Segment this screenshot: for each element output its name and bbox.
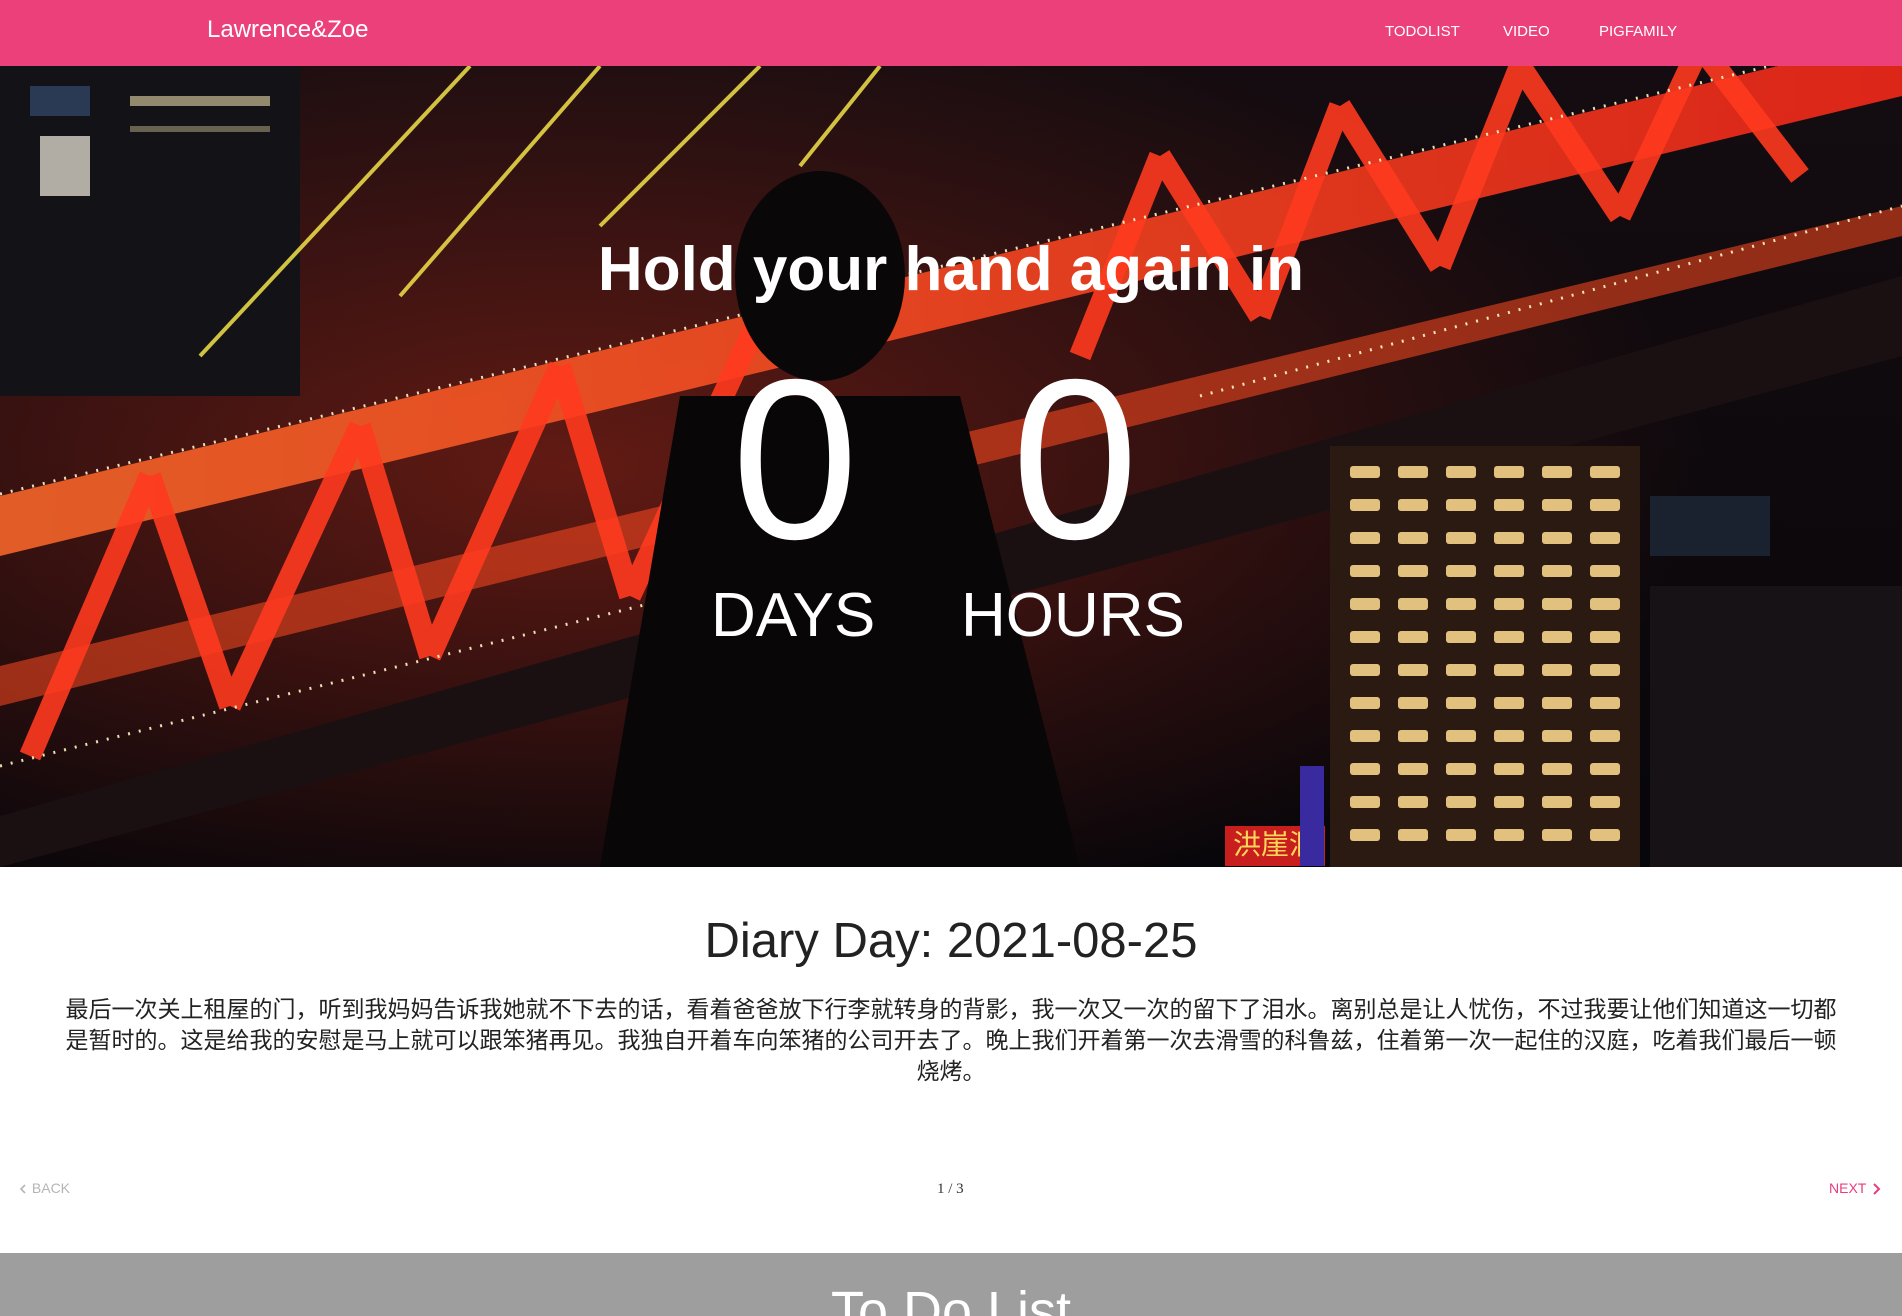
building-window <box>1494 664 1524 676</box>
building-window <box>1494 829 1524 841</box>
building-window <box>1590 499 1620 511</box>
building-window <box>1350 499 1380 511</box>
nav-link-todolist[interactable]: TODOLIST <box>1385 23 1460 40</box>
building-window <box>1350 466 1380 478</box>
building-window <box>1398 796 1428 808</box>
building-window <box>1398 829 1428 841</box>
building-window <box>1542 664 1572 676</box>
building-window <box>1350 697 1380 709</box>
building-window <box>1350 631 1380 643</box>
navbar: Lawrence&Zoe TODOLIST VIDEO PIGFAMILY <box>0 0 1902 66</box>
building-window <box>1446 598 1476 610</box>
building-window <box>1350 763 1380 775</box>
countdown-hours-value: 0 <box>1011 333 1139 587</box>
building-window <box>1398 664 1428 676</box>
building-window <box>1494 796 1524 808</box>
pager-back-button[interactable]: BACK <box>18 1180 70 1196</box>
building-window <box>1350 565 1380 577</box>
building-window <box>1350 532 1380 544</box>
building-window <box>1446 697 1476 709</box>
pager-next-label: NEXT <box>1829 1180 1867 1196</box>
countdown-days-label: DAYS <box>711 581 876 650</box>
building-window <box>1398 697 1428 709</box>
hero-banner: 洪崖洞 Hold your hand again in 0 0 DAYS HOU… <box>0 66 1902 867</box>
building-window <box>1542 499 1572 511</box>
todo-section: To Do List <box>0 1253 1902 1316</box>
building-window <box>1350 796 1380 808</box>
diary-title: Diary Day: 2021-08-25 <box>704 914 1198 968</box>
building-window <box>1590 730 1620 742</box>
chevron-right-icon <box>1873 1183 1881 1196</box>
building-window <box>1542 466 1572 478</box>
building-window <box>1398 598 1428 610</box>
building-window <box>1494 598 1524 610</box>
diary-text: 最后一次关上租屋的门，听到我妈妈告诉我她就不下去的话，看着爸爸放下行李就转身的背… <box>65 997 1837 1085</box>
building-window <box>1446 499 1476 511</box>
building-window <box>1494 565 1524 577</box>
building-window <box>1590 598 1620 610</box>
building-window <box>1542 697 1572 709</box>
building-window <box>1590 565 1620 577</box>
building-window <box>1350 829 1380 841</box>
countdown-hours-label: HOURS <box>961 581 1185 650</box>
building-window <box>1542 532 1572 544</box>
building-window <box>1494 466 1524 478</box>
building-window <box>1542 829 1572 841</box>
building-window <box>1590 796 1620 808</box>
building-window <box>1398 466 1428 478</box>
building-window <box>1542 730 1572 742</box>
chevron-left-icon <box>19 1184 26 1194</box>
building-window <box>1590 697 1620 709</box>
building-window <box>1494 763 1524 775</box>
building-window <box>1446 763 1476 775</box>
building-window <box>1590 829 1620 841</box>
building-window <box>1542 796 1572 808</box>
building-window <box>1542 631 1572 643</box>
building-window <box>1446 466 1476 478</box>
brand-logo[interactable]: Lawrence&Zoe <box>207 16 368 44</box>
building-window <box>1350 730 1380 742</box>
building-window <box>1350 598 1380 610</box>
building-window <box>1494 730 1524 742</box>
building-window <box>1590 532 1620 544</box>
building-window <box>1590 466 1620 478</box>
building-window <box>1398 499 1428 511</box>
building-window <box>1398 763 1428 775</box>
building-window <box>1446 730 1476 742</box>
building-window <box>1398 532 1428 544</box>
building-window <box>1542 565 1572 577</box>
pager-next-button[interactable]: NEXT <box>1829 1180 1882 1196</box>
hero-background-image: 洪崖洞 <box>0 66 1902 867</box>
pager-count: 1 / 3 <box>937 1181 964 1197</box>
building-window <box>1350 664 1380 676</box>
building-window <box>1446 565 1476 577</box>
building-window <box>1590 763 1620 775</box>
building-window <box>1494 631 1524 643</box>
building-window <box>1446 664 1476 676</box>
building-window <box>1494 499 1524 511</box>
building-window <box>1446 532 1476 544</box>
countdown-days-value: 0 <box>731 333 859 587</box>
building-window <box>1494 697 1524 709</box>
building-window <box>1542 598 1572 610</box>
building-window <box>1398 565 1428 577</box>
building-window <box>1446 796 1476 808</box>
building-window <box>1542 763 1572 775</box>
pager-back-label: BACK <box>31 1180 71 1196</box>
building-window <box>1494 532 1524 544</box>
nav-link-video[interactable]: VIDEO <box>1503 23 1550 40</box>
building-window <box>1590 631 1620 643</box>
nav-link-pigfamily[interactable]: PIGFAMILY <box>1599 23 1677 40</box>
building-window <box>1446 631 1476 643</box>
todo-title: To Do List <box>830 1281 1072 1316</box>
building-window <box>1590 664 1620 676</box>
building-window <box>1398 631 1428 643</box>
building-window <box>1446 829 1476 841</box>
hero-title: Hold your hand again in <box>597 235 1305 304</box>
building-window <box>1398 730 1428 742</box>
